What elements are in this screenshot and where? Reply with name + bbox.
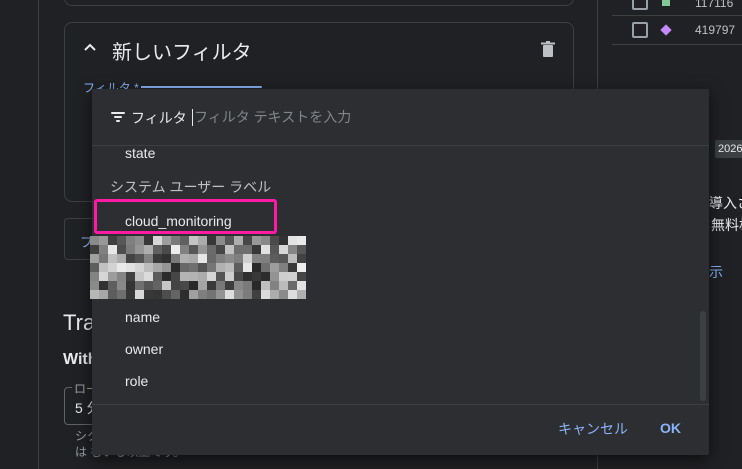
table-row-divider: [612, 15, 742, 16]
right-text-line2: 無料枚: [711, 217, 742, 233]
previous-filter-card: [64, 0, 574, 6]
date-badge: 2026: [715, 140, 742, 158]
row-value: 117116: [695, 0, 734, 10]
dropdown-header-label: フィルタ: [131, 110, 187, 126]
table-row-divider: [612, 44, 742, 45]
highlight-annotation-box: [94, 199, 277, 234]
text-cursor: [192, 109, 193, 126]
filter-list-icon: [111, 112, 125, 122]
ok-button[interactable]: OK: [660, 420, 681, 436]
option-owner[interactable]: owner: [125, 341, 163, 357]
option-role[interactable]: role: [125, 373, 148, 389]
option-name[interactable]: name: [125, 309, 160, 325]
option-group-header: システム ユーザー ラベル: [110, 179, 272, 195]
filter-card-title: 新しいフィルタ: [112, 42, 252, 64]
filter-dropdown-dialog: フィルタ state システム ユーザー ラベル cloud_monitorin…: [90, 89, 709, 455]
chevron-up-icon[interactable]: [80, 37, 100, 57]
legend-square-icon: [662, 0, 670, 6]
delete-icon[interactable]: [541, 41, 555, 57]
redacted-options-mosaic: [90, 236, 306, 299]
dropdown-footer-divider: [92, 404, 709, 405]
right-link[interactable]: 示: [709, 262, 723, 282]
dropdown-scrollbar[interactable]: [700, 311, 706, 401]
cancel-button[interactable]: キャンセル: [558, 419, 628, 439]
filter-search-input[interactable]: [194, 106, 664, 128]
right-text-line1: 導入さ: [709, 195, 742, 211]
row-value: 419797: [695, 23, 736, 37]
section-title: Tra: [63, 310, 96, 335]
left-border: [38, 0, 39, 469]
legend-diamond-icon: [660, 24, 672, 36]
row-checkbox[interactable]: [632, 22, 648, 38]
option-state[interactable]: state: [125, 145, 155, 161]
dropdown-header: フィルタ: [92, 89, 709, 146]
row-checkbox[interactable]: [632, 0, 648, 10]
